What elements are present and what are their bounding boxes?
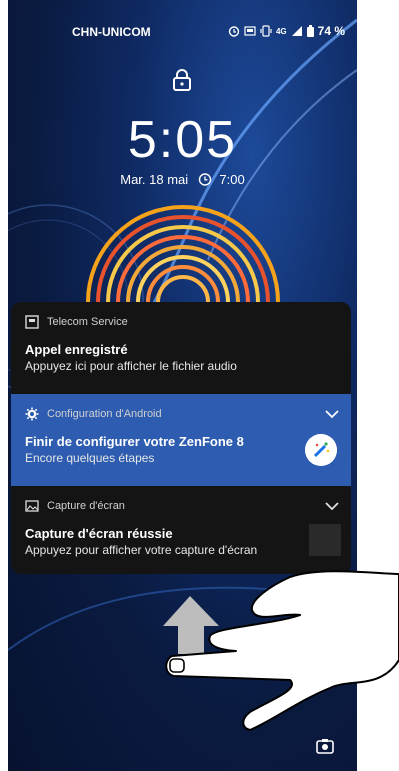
chevron-down-icon[interactable] xyxy=(325,409,339,419)
notification-title: Finir de configurer votre ZenFone 8 xyxy=(25,434,244,449)
notification-telecom[interactable]: Telecom Service Appel enregistré Appuyez… xyxy=(11,302,351,394)
clock: 5:05 xyxy=(127,111,238,169)
camera-icon[interactable] xyxy=(316,738,334,754)
signal-icon xyxy=(291,26,302,36)
notification-title: Capture d'écran réussie xyxy=(25,526,173,541)
network-type: 4G xyxy=(275,26,287,36)
image-icon xyxy=(25,500,39,512)
notification-header: Capture d'écran xyxy=(11,486,351,518)
notification-header: Telecom Service xyxy=(11,302,351,334)
alarm-time: 7:00 xyxy=(219,172,245,187)
notification-stack: Telecom Service Appel enregistré Appuyez… xyxy=(11,302,351,574)
date: Mar. 18 mai xyxy=(120,172,189,187)
vibrate-icon xyxy=(260,25,272,37)
battery-percent: 74 % xyxy=(317,24,345,38)
gear-icon xyxy=(25,407,39,421)
lock-screen: CHN-UNICOM 4G 74 % 5:05 Mar. 18 mai 7:00… xyxy=(8,0,357,771)
notification-screenshot[interactable]: Capture d'écran Capture d'écran réussie … xyxy=(11,486,351,574)
telecom-service-icon xyxy=(25,315,39,329)
notification-header: Configuration d'Android xyxy=(11,394,351,426)
screenshot-status-icon xyxy=(244,26,256,36)
notification-body: Encore quelques étapes xyxy=(25,451,155,465)
date-alarm: Mar. 18 mai 7:00 xyxy=(8,172,357,187)
magic-wand-icon xyxy=(305,434,337,466)
app-name: Capture d'écran xyxy=(47,500,125,512)
status-bar: CHN-UNICOM 4G 74 % xyxy=(8,22,357,42)
battery-icon xyxy=(306,25,314,37)
lock-icon[interactable] xyxy=(171,68,193,92)
chevron-down-icon[interactable] xyxy=(325,501,339,511)
notification-body: Appuyez pour afficher votre capture d'éc… xyxy=(25,543,258,557)
app-name: Configuration d'Android xyxy=(47,408,162,420)
carrier-name: CHN-UNICOM xyxy=(72,25,151,39)
notification-title: Appel enregistré xyxy=(25,342,128,357)
screenshot-thumbnail xyxy=(309,524,341,556)
alarm-icon xyxy=(198,173,211,186)
alarm-icon xyxy=(228,26,240,37)
notification-setup[interactable]: Configuration d'Android Finir de configu… xyxy=(11,394,351,486)
notification-body: Appuyez ici pour afficher le fichier aud… xyxy=(25,359,237,373)
status-icons: 4G 74 % xyxy=(228,24,345,38)
app-name: Telecom Service xyxy=(47,316,128,328)
